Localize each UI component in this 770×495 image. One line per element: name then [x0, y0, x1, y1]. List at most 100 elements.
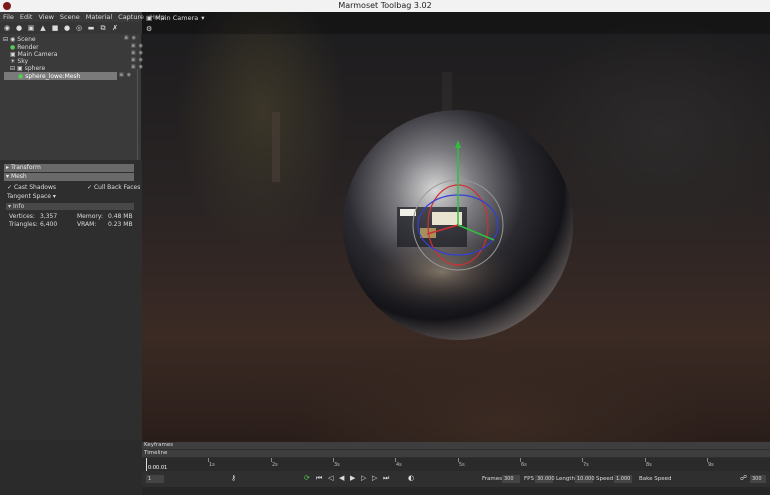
- lock-icon[interactable]: ▣: [131, 64, 136, 70]
- tree-item-sphere-mesh[interactable]: ● sphere_lowe:Mesh: [4, 72, 117, 80]
- lock-icon[interactable]: ▣: [124, 35, 129, 41]
- tree-item-label: sphere: [24, 64, 46, 72]
- eye-icon[interactable]: ◉: [139, 50, 143, 56]
- material-icon[interactable]: ◎: [75, 24, 83, 32]
- tree-item-sphere[interactable]: ⊟ ▣ sphere ▣ ◉: [10, 64, 145, 72]
- frames-field[interactable]: 300: [502, 475, 520, 483]
- cast-shadows-label: Cast Shadows: [13, 184, 57, 191]
- collapsed-arrow-icon: ▸: [6, 164, 10, 171]
- play-icon[interactable]: ▶: [350, 474, 355, 482]
- frames-label: Frames: [482, 476, 503, 482]
- vertices-value: 3,357: [40, 213, 58, 220]
- properties-panel: ▸ Transform ▾ Mesh ✓ Cast Shadows ✓ Cull…: [0, 160, 142, 440]
- tangent-space-label: Tangent Space: [7, 193, 51, 200]
- current-time: 0:00.01: [148, 465, 168, 471]
- mesh-section-header[interactable]: ▾ Mesh: [4, 173, 134, 181]
- shader-icon[interactable]: ■: [51, 24, 59, 32]
- delete-icon[interactable]: ✗: [111, 24, 119, 32]
- triangles-label: Triangles:: [9, 221, 38, 228]
- speed-field[interactable]: 1.000: [614, 475, 632, 483]
- keyframes-header[interactable]: Keyframes: [142, 442, 770, 449]
- tick-label: 6s: [520, 458, 527, 468]
- playhead[interactable]: [146, 458, 147, 471]
- expand-icon[interactable]: ⊟: [3, 36, 8, 43]
- light-icon[interactable]: ●: [15, 24, 23, 32]
- eye-icon[interactable]: ◉: [127, 72, 131, 78]
- window-title: Marmoset Toolbag 3.02: [338, 1, 432, 10]
- link-icon[interactable]: ☍: [740, 474, 747, 482]
- lock-icon[interactable]: ▣: [119, 72, 124, 78]
- timeline-header[interactable]: Timeline: [142, 450, 770, 457]
- checkmark-icon: ✓: [7, 184, 13, 191]
- prev-frame-icon[interactable]: ◁: [328, 474, 333, 482]
- eye-icon[interactable]: ◉: [139, 43, 143, 49]
- tick-label: 2s: [271, 458, 278, 468]
- cast-shadows-checkbox[interactable]: ✓ Cast Shadows: [7, 184, 56, 191]
- vram-label: VRAM:: [77, 221, 97, 228]
- scene-outliner: ⊟ ◉ Scene ▣ ◉ ● Render ▣ ◉ ▣ Main Camera ▣…: [0, 34, 145, 189]
- timeline-scrub-bar[interactable]: [142, 487, 770, 495]
- lock-icon[interactable]: ▣: [131, 43, 136, 49]
- transform-section-header[interactable]: ▸ Transform: [4, 164, 134, 172]
- main-toolbar: ◉ ● ▣ ▲ ■ ● ◎ ▬ ⧉ ✗: [0, 22, 142, 34]
- mesh-icon: ●: [18, 72, 24, 80]
- add-object-icon[interactable]: ◉: [3, 24, 11, 32]
- reverse-play-icon[interactable]: ◀: [339, 474, 344, 482]
- end-frame-field[interactable]: 300: [750, 475, 766, 483]
- settings-icon[interactable]: ◐: [408, 474, 414, 482]
- cull-back-faces-label: Cull Back Faces: [93, 184, 141, 191]
- loop-icon[interactable]: ⟳: [304, 474, 310, 482]
- selected-row-icons: ▣ ◉: [119, 72, 139, 78]
- timeline-panel: Keyframes Timeline 0:00.01 1s 2s 3s 4s 5…: [142, 442, 770, 495]
- timeline-ruler[interactable]: 0:00.01 1s 2s 3s 4s 5s 6s 7s 8s 9s: [142, 458, 770, 471]
- bake-speed-button[interactable]: Bake Speed: [639, 476, 672, 482]
- 3d-viewport[interactable]: [142, 12, 770, 442]
- transform-section-label: Transform: [10, 164, 41, 171]
- menu-scene[interactable]: Scene: [57, 12, 83, 22]
- duplicate-icon[interactable]: ⧉: [99, 24, 107, 32]
- viewport-scene: [272, 72, 573, 340]
- memory-label: Memory:: [77, 213, 103, 220]
- mesh-section-label: Mesh: [10, 173, 27, 180]
- playback-controls: 1 ⚷ ⟳ ⏮ ◁ ◀ ▶ ▷ ▷ ⏭ ◐ Frames 300 FPS 30.…: [142, 474, 770, 486]
- eye-icon[interactable]: ◉: [132, 35, 136, 41]
- next-frame-icon[interactable]: ▷: [361, 474, 366, 482]
- title-bar: Marmoset Toolbag 3.02: [0, 0, 770, 12]
- menu-file[interactable]: File: [0, 12, 17, 22]
- tree-item-scene[interactable]: ⊟ ◉ Scene ▣ ◉: [3, 35, 138, 43]
- gear-icon[interactable]: ⚙: [146, 25, 152, 33]
- menu-edit[interactable]: Edit: [17, 12, 36, 22]
- lock-icon[interactable]: ▣: [131, 50, 136, 56]
- menu-bar: File Edit View Scene Material Capture He…: [0, 12, 165, 22]
- memory-value: 0.48 MB: [108, 213, 133, 220]
- menu-material[interactable]: Material: [83, 12, 115, 22]
- speed-label: Speed: [596, 476, 614, 482]
- cull-back-faces-checkbox[interactable]: ✓ Cull Back Faces: [87, 184, 140, 191]
- checkmark-icon: ✓: [87, 184, 93, 191]
- viewport-toolbar: ▣ Main Camera ▾ ⚙: [142, 12, 770, 34]
- eye-icon[interactable]: ◉: [139, 57, 143, 63]
- skip-end-icon[interactable]: ⏭: [383, 474, 389, 483]
- forward-icon[interactable]: ▷: [372, 474, 377, 482]
- frame-field[interactable]: 1: [146, 475, 164, 483]
- camera-select[interactable]: ▣ Main Camera ▾: [146, 14, 205, 22]
- mesh-icon[interactable]: ●: [63, 24, 71, 32]
- info-section-header[interactable]: ▾ Info: [6, 203, 134, 210]
- tangent-space-dropdown[interactable]: Tangent Space ▾: [7, 193, 56, 200]
- fps-field[interactable]: 30.000: [535, 475, 555, 483]
- camera-icon[interactable]: ▣: [27, 24, 35, 32]
- skip-start-icon[interactable]: ⏮: [316, 474, 322, 483]
- length-field[interactable]: 10.000: [575, 475, 595, 483]
- folder-icon[interactable]: ▬: [87, 24, 95, 32]
- chevron-down-icon: ▾: [201, 14, 205, 22]
- menu-view[interactable]: View: [35, 12, 56, 22]
- expanded-arrow-icon: ▾: [8, 203, 12, 210]
- lock-icon[interactable]: ▣: [131, 57, 136, 63]
- key-icon[interactable]: ⚷: [231, 474, 236, 482]
- tree-icon[interactable]: ▲: [39, 24, 47, 32]
- expand-icon[interactable]: ⊟: [10, 65, 15, 72]
- tree-item-label: sphere_lowe:Mesh: [25, 72, 81, 80]
- tick-label: 1s: [208, 458, 215, 468]
- tick-label: 8s: [645, 458, 652, 468]
- tree-item-label: Scene: [17, 35, 36, 43]
